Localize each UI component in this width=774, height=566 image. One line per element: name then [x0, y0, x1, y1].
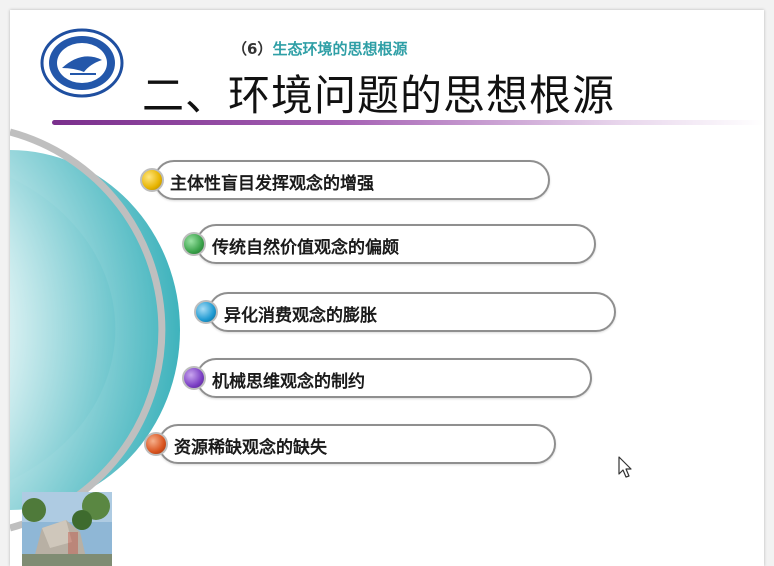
- campus-photo: [22, 492, 112, 566]
- list-item-1: 主体性盲目发挥观念的增强: [140, 160, 550, 200]
- subtitle-text: 生态环境的思想根源: [272, 40, 408, 58]
- item-label: 主体性盲目发挥观念的增强: [170, 174, 374, 194]
- item-label: 资源稀缺观念的缺失: [174, 438, 327, 458]
- list-item-4: 机械思维观念的制约: [182, 358, 592, 398]
- university-seal-icon: [40, 28, 124, 98]
- mouse-pointer-icon: [618, 456, 632, 478]
- subtitle-number: （6）: [232, 40, 273, 58]
- bullet-dot-icon: [194, 300, 218, 324]
- item-label: 异化消费观念的膨胀: [224, 306, 377, 326]
- bullet-dot-icon: [140, 168, 164, 192]
- item-label: 机械思维观念的制约: [212, 372, 365, 392]
- bullet-dot-icon: [182, 232, 206, 256]
- title-underline: [52, 120, 764, 125]
- list-item-5: 资源稀缺观念的缺失: [144, 424, 556, 464]
- bullet-dot-icon: [144, 432, 168, 456]
- bullet-dot-icon: [182, 366, 206, 390]
- list-item-3: 异化消费观念的膨胀: [194, 292, 616, 332]
- slide: （6）生态环境的思想根源 二、环境问题的思想根源 主体性盲目发挥观念的增强 传统…: [10, 10, 764, 566]
- slide-subtitle: （6）生态环境的思想根源: [232, 38, 407, 59]
- list-item-2: 传统自然价值观念的偏颇: [182, 224, 596, 264]
- item-label: 传统自然价值观念的偏颇: [212, 238, 399, 258]
- slide-title: 二、环境问题的思想根源: [142, 71, 616, 120]
